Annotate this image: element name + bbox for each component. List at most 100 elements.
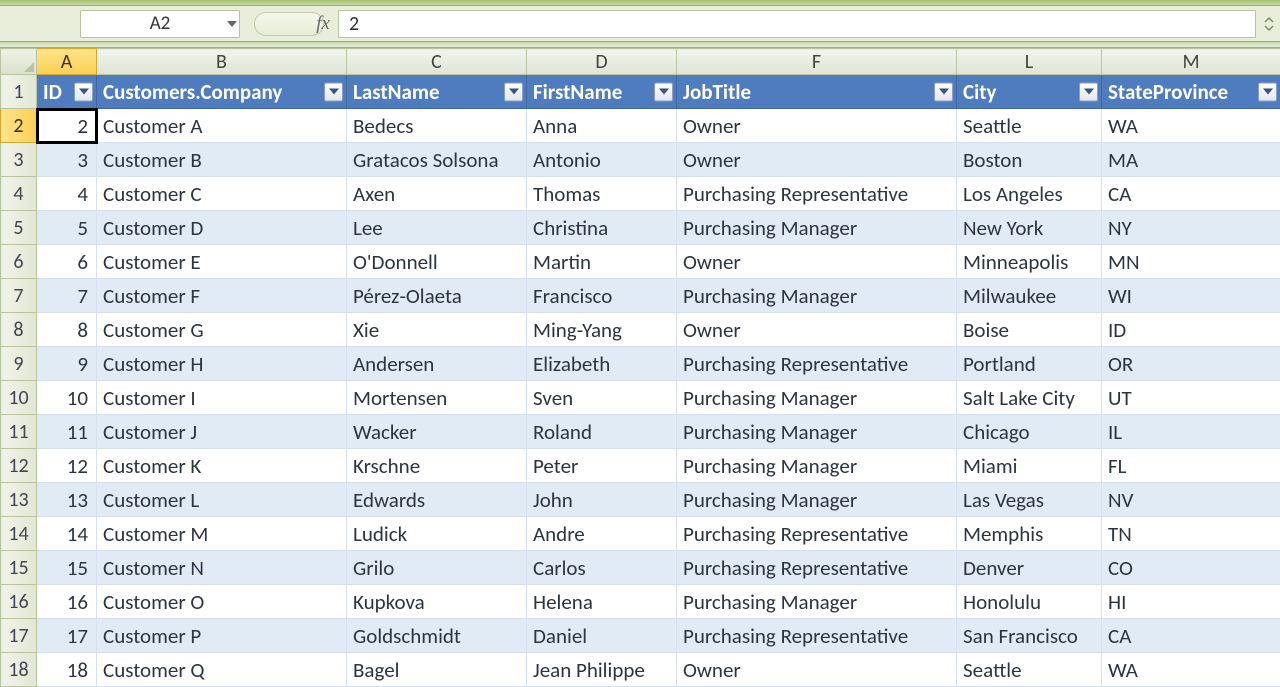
row-header[interactable]: 13 [1,483,37,517]
cell-id[interactable]: 16 [37,585,97,619]
cell-jobtitle[interactable]: Purchasing Manager [677,211,957,245]
cell-company[interactable]: Customer E [97,245,347,279]
cell-city[interactable]: Denver [957,551,1102,585]
cell-firstname[interactable]: Jean Philippe [527,653,677,687]
cell-lastname[interactable]: Andersen [347,347,527,381]
row-header[interactable]: 3 [1,143,37,177]
column-letter-header[interactable]: D [527,49,677,75]
cell-id[interactable]: 9 [37,347,97,381]
cell-id[interactable]: 15 [37,551,97,585]
column-letter-header[interactable]: F [677,49,957,75]
table-row[interactable]: 88Customer GXieMing-YangOwnerBoiseID [1,313,1280,347]
cell-city[interactable]: Portland [957,347,1102,381]
cell-company[interactable]: Customer O [97,585,347,619]
cell-lastname[interactable]: Xie [347,313,527,347]
cell-firstname[interactable]: Thomas [527,177,677,211]
cell-city[interactable]: Boise [957,313,1102,347]
cell-firstname[interactable]: Anna [527,109,677,143]
cell-lastname[interactable]: Bagel [347,653,527,687]
cell-city[interactable]: Honolulu [957,585,1102,619]
worksheet-grid[interactable]: ABCDFLM 1 ID Customers.Company LastName … [0,48,1280,687]
cell-state[interactable]: UT [1102,381,1280,415]
cell-company[interactable]: Customer C [97,177,347,211]
row-header[interactable]: 4 [1,177,37,211]
cell-id[interactable]: 5 [37,211,97,245]
cell-jobtitle[interactable]: Purchasing Manager [677,279,957,313]
cell-state[interactable]: TN [1102,517,1280,551]
filter-button[interactable] [74,82,93,101]
filter-button[interactable] [1258,82,1277,101]
table-row[interactable]: 1717Customer PGoldschmidtDanielPurchasin… [1,619,1280,653]
cell-state[interactable]: WA [1102,653,1280,687]
table-row[interactable]: 1616Customer OKupkovaHelenaPurchasing Ma… [1,585,1280,619]
row-header[interactable]: 8 [1,313,37,347]
cell-city[interactable]: Memphis [957,517,1102,551]
column-letter-header[interactable]: C [347,49,527,75]
cell-firstname[interactable]: Martin [527,245,677,279]
cell-firstname[interactable]: Elizabeth [527,347,677,381]
cell-state[interactable]: WI [1102,279,1280,313]
cell-city[interactable]: San Francisco [957,619,1102,653]
cell-id[interactable]: 7 [37,279,97,313]
cell-jobtitle[interactable]: Owner [677,653,957,687]
row-header[interactable]: 7 [1,279,37,313]
table-row[interactable]: 55Customer DLeeChristinaPurchasing Manag… [1,211,1280,245]
cell-id[interactable]: 11 [37,415,97,449]
cell-lastname[interactable]: Krschne [347,449,527,483]
table-row[interactable]: 22Customer ABedecsAnnaOwnerSeattleWA [1,109,1280,143]
cell-jobtitle[interactable]: Owner [677,143,957,177]
cell-id[interactable]: 6 [37,245,97,279]
row-header[interactable]: 17 [1,619,37,653]
cell-company[interactable]: Customer H [97,347,347,381]
cell-id[interactable]: 3 [37,143,97,177]
column-header-firstname[interactable]: FirstName [527,75,677,109]
cell-lastname[interactable]: Edwards [347,483,527,517]
fx-button-area[interactable]: fx [248,10,338,38]
table-row[interactable]: 1414Customer MLudickAndrePurchasing Repr… [1,517,1280,551]
row-header[interactable]: 9 [1,347,37,381]
formula-bar-expand-icon[interactable] [1262,10,1276,38]
cell-company[interactable]: Customer N [97,551,347,585]
cell-jobtitle[interactable]: Purchasing Representative [677,551,957,585]
cell-lastname[interactable]: Pérez-Olaeta [347,279,527,313]
cell-jobtitle[interactable]: Purchasing Manager [677,483,957,517]
cell-jobtitle[interactable]: Purchasing Manager [677,381,957,415]
cell-jobtitle[interactable]: Purchasing Representative [677,619,957,653]
cell-jobtitle[interactable]: Purchasing Manager [677,415,957,449]
row-header[interactable]: 2 [1,109,37,143]
cell-jobtitle[interactable]: Purchasing Representative [677,177,957,211]
column-header-stateprovince[interactable]: StateProvince [1102,75,1280,109]
table-row[interactable]: 1313Customer LEdwardsJohnPurchasing Mana… [1,483,1280,517]
cell-lastname[interactable]: Grilo [347,551,527,585]
table-row[interactable]: 1515Customer NGriloCarlosPurchasing Repr… [1,551,1280,585]
chevron-down-icon[interactable] [227,21,237,27]
cell-company[interactable]: Customer G [97,313,347,347]
cell-firstname[interactable]: Christina [527,211,677,245]
cell-lastname[interactable]: Ludick [347,517,527,551]
cell-firstname[interactable]: Francisco [527,279,677,313]
cell-id[interactable]: 2 [37,109,97,143]
column-header-id[interactable]: ID [37,75,97,109]
cell-id[interactable]: 4 [37,177,97,211]
cell-jobtitle[interactable]: Owner [677,109,957,143]
row-header[interactable]: 18 [1,653,37,687]
cell-company[interactable]: Customer B [97,143,347,177]
cell-lastname[interactable]: Axen [347,177,527,211]
cell-state[interactable]: IL [1102,415,1280,449]
cell-state[interactable]: NY [1102,211,1280,245]
cell-lastname[interactable]: Mortensen [347,381,527,415]
row-header[interactable]: 10 [1,381,37,415]
row-header[interactable]: 11 [1,415,37,449]
cell-company[interactable]: Customer J [97,415,347,449]
cell-city[interactable]: Salt Lake City [957,381,1102,415]
cell-id[interactable]: 10 [37,381,97,415]
cell-lastname[interactable]: O'Donnell [347,245,527,279]
cell-lastname[interactable]: Goldschmidt [347,619,527,653]
cell-firstname[interactable]: Peter [527,449,677,483]
cell-city[interactable]: Minneapolis [957,245,1102,279]
cell-jobtitle[interactable]: Purchasing Representative [677,347,957,381]
table-row[interactable]: 44Customer CAxenThomasPurchasing Represe… [1,177,1280,211]
cell-state[interactable]: ID [1102,313,1280,347]
filter-button[interactable] [324,82,343,101]
cell-jobtitle[interactable]: Purchasing Manager [677,585,957,619]
